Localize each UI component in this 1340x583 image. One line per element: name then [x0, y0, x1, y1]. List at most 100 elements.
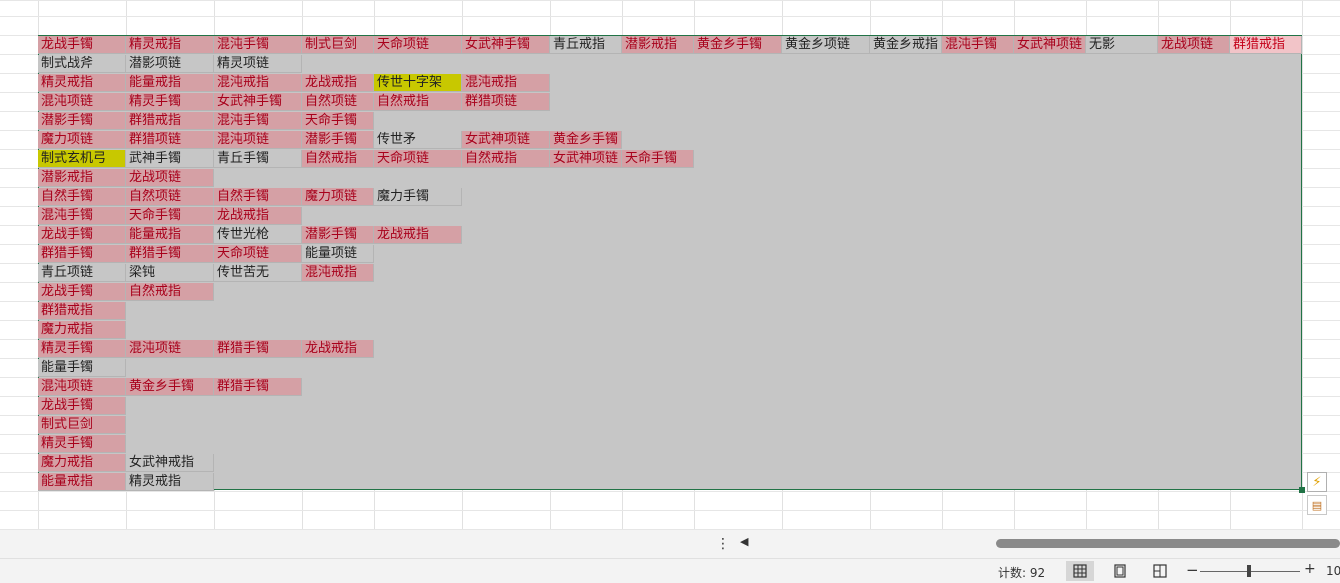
zoom-level[interactable]: 10 [1326, 564, 1340, 578]
grid-cell[interactable]: 传世十字架 [374, 74, 462, 92]
grid-cell[interactable]: 混沌手镯 [38, 207, 126, 225]
grid-cell[interactable]: 魔力项链 [302, 188, 374, 206]
grid-cell[interactable]: 天命手镯 [302, 112, 374, 130]
grid-cell[interactable]: 自然手镯 [38, 188, 126, 206]
grid-cell[interactable]: 天命项链 [214, 245, 302, 263]
grid-cell[interactable]: 魔力戒指 [38, 454, 126, 472]
grid-cell[interactable]: 精灵项链 [214, 55, 302, 73]
grid-cell[interactable]: 黄金乡项链 [782, 36, 870, 54]
grid-cell[interactable]: 魔力项链 [38, 131, 126, 149]
grid-cell[interactable]: 精灵手镯 [126, 93, 214, 111]
grid-cell[interactable]: 群猎手镯 [126, 245, 214, 263]
worksheet-grid[interactable]: 龙战手镯 精灵戒指 混沌手镯 制式巨剑 天命项链 女武神手镯 青丘戒指 潜影戒指 黄金乡手镯 黄金… [0, 0, 1340, 530]
grid-cell[interactable]: 混沌戒指 [214, 74, 302, 92]
grid-cell[interactable]: 黄金乡手镯 [694, 36, 782, 54]
grid-cell[interactable]: 潜影手镯 [302, 131, 374, 149]
grid-cell[interactable]: 魔力戒指 [38, 321, 126, 339]
zoom-slider-thumb[interactable] [1247, 565, 1251, 577]
grid-cell[interactable]: 龙战戒指 [374, 226, 462, 244]
fill-handle[interactable] [1299, 487, 1305, 493]
grid-cell[interactable]: 青丘项链 [38, 264, 126, 282]
grid-cell[interactable]: 自然项链 [302, 93, 374, 111]
grid-cell[interactable]: 传世光枪 [214, 226, 302, 244]
grid-cell[interactable]: 群猎手镯 [214, 378, 302, 396]
grid-cell[interactable]: 制式巨剑 [38, 416, 126, 434]
grid-cell[interactable]: 自然手镯 [214, 188, 302, 206]
grid-cell[interactable]: 龙战项链 [1158, 36, 1230, 54]
grid-cell[interactable]: 天命项链 [374, 150, 462, 168]
grid-cell[interactable]: 女武神戒指 [126, 454, 214, 472]
grid-cell[interactable]: 魔力手镯 [374, 188, 462, 206]
grid-cell[interactable]: 群猎戒指 [1230, 36, 1302, 54]
grid-cell[interactable]: 能量戒指 [126, 226, 214, 244]
grid-cell[interactable]: 混沌项链 [214, 131, 302, 149]
grid-cell[interactable]: 天命项链 [374, 36, 462, 54]
zoom-in-button[interactable]: + [1304, 561, 1316, 577]
grid-cell[interactable]: 武神手镯 [126, 150, 214, 168]
grid-cell[interactable]: 混沌戒指 [302, 264, 374, 282]
grid-cell[interactable]: 龙战戒指 [302, 74, 374, 92]
grid-cell[interactable]: 传世矛 [374, 131, 462, 149]
grid-cell[interactable]: 女武神手镯 [214, 93, 302, 111]
grid-cell[interactable]: 龙战手镯 [38, 397, 126, 415]
grid-cell[interactable]: 混沌手镯 [942, 36, 1014, 54]
grid-cell[interactable]: 自然戒指 [462, 150, 550, 168]
grid-cell[interactable]: 能量项链 [302, 245, 374, 263]
grid-cell[interactable]: 传世苦无 [214, 264, 302, 282]
grid-cell[interactable]: 精灵手镯 [38, 340, 126, 358]
horizontal-scrollbar-thumb[interactable] [996, 539, 1340, 548]
grid-cell[interactable]: 混沌项链 [38, 93, 126, 111]
grid-cell[interactable]: 能量手镯 [38, 359, 126, 377]
grid-cell[interactable]: 混沌手镯 [214, 112, 302, 130]
grid-cell[interactable]: 自然戒指 [374, 93, 462, 111]
normal-view-button[interactable] [1066, 561, 1094, 581]
grid-cell[interactable]: 群猎戒指 [38, 302, 126, 320]
grid-cell[interactable]: 天命手镯 [622, 150, 694, 168]
grid-cell[interactable]: 龙战项链 [126, 169, 214, 187]
grid-cell[interactable]: 混沌手镯 [214, 36, 302, 54]
grid-cell[interactable]: 无影 [1086, 36, 1158, 54]
grid-cell[interactable]: 精灵戒指 [126, 36, 214, 54]
page-break-preview-button[interactable] [1146, 561, 1174, 581]
grid-cell[interactable]: 混沌项链 [38, 378, 126, 396]
grid-cell[interactable]: 潜影戒指 [622, 36, 694, 54]
grid-cell[interactable]: 黄金乡戒指 [870, 36, 942, 54]
grid-cell[interactable]: 精灵戒指 [38, 74, 126, 92]
grid-cell[interactable]: 自然戒指 [302, 150, 374, 168]
grid-cell[interactable]: 能量戒指 [38, 473, 126, 491]
grid-cell[interactable]: 制式巨剑 [302, 36, 374, 54]
grid-cell[interactable]: 龙战手镯 [38, 226, 126, 244]
grid-cell[interactable]: 黄金乡手镯 [550, 131, 622, 149]
grid-cell[interactable]: 天命手镯 [126, 207, 214, 225]
grid-cell[interactable]: 制式战斧 [38, 55, 126, 73]
grid-cell[interactable]: 混沌项链 [126, 340, 214, 358]
grid-cell[interactable]: 黄金乡手镯 [126, 378, 214, 396]
scroll-left-icon[interactable]: ◀ [740, 535, 748, 548]
grid-cell[interactable]: 群猎戒指 [126, 112, 214, 130]
grid-cell[interactable]: 青丘手镯 [214, 150, 302, 168]
grid-cell[interactable]: 龙战戒指 [302, 340, 374, 358]
grid-cell[interactable]: 潜影戒指 [38, 169, 126, 187]
grid-cell[interactable]: 自然戒指 [126, 283, 214, 301]
grid-cell[interactable]: 龙战手镯 [38, 283, 126, 301]
grid-cell[interactable]: 青丘戒指 [550, 36, 622, 54]
zoom-out-button[interactable]: − [1186, 561, 1199, 579]
grid-cell[interactable]: 制式玄机弓 [38, 150, 126, 168]
grid-cell[interactable]: 群猎项链 [126, 131, 214, 149]
grid-cell[interactable]: 女武神项链 [1014, 36, 1086, 54]
grid-cell[interactable]: 梁钝 [126, 264, 214, 282]
grid-cell[interactable]: 群猎手镯 [38, 245, 126, 263]
paste-options-button[interactable]: ▤ [1307, 495, 1327, 515]
quick-analysis-button[interactable]: ⚡ [1307, 472, 1327, 492]
grid-cell[interactable]: 潜影手镯 [38, 112, 126, 130]
grid-cell[interactable]: 能量戒指 [126, 74, 214, 92]
grid-cell[interactable]: 女武神项链 [462, 131, 550, 149]
grid-cell[interactable]: 混沌戒指 [462, 74, 550, 92]
grid-cell[interactable]: 群猎项链 [462, 93, 550, 111]
grid-cell[interactable]: 群猎手镯 [214, 340, 302, 358]
grid-cell[interactable]: 潜影项链 [126, 55, 214, 73]
grid-cell[interactable]: 精灵戒指 [126, 473, 214, 491]
grid-cell[interactable]: 潜影手镯 [302, 226, 374, 244]
grid-cell[interactable]: 龙战手镯 [38, 36, 126, 54]
grid-cell[interactable]: 自然项链 [126, 188, 214, 206]
